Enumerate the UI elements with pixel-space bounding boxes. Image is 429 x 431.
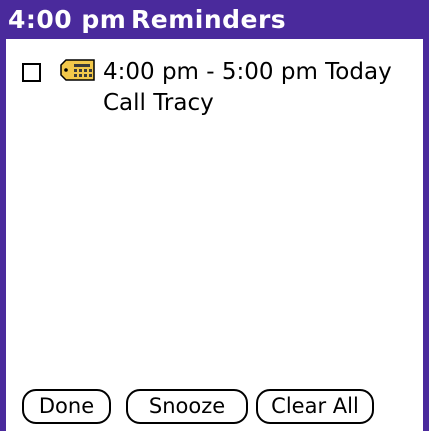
done-button[interactable]: Done — [22, 389, 111, 424]
reminder-time-range: 4:00 pm - 5:00 pm Today — [103, 59, 392, 85]
right-frame-border — [423, 0, 429, 431]
left-frame-border — [0, 39, 6, 431]
title-time: 4:00 pm — [8, 5, 127, 34]
reminder-description: Call Tracy — [103, 90, 214, 116]
title-bar: 4:00 pm Reminders — [0, 0, 429, 39]
snooze-button[interactable]: Snooze — [126, 389, 248, 424]
page-title: Reminders — [131, 5, 287, 34]
reminders-screen: 4:00 pm Reminders 4:00 pm - 5:00 pm Toda… — [0, 0, 429, 431]
calendar-icon — [60, 59, 95, 81]
reminder-checkbox[interactable] — [22, 63, 41, 82]
clear-all-button[interactable]: Clear All — [256, 389, 374, 424]
